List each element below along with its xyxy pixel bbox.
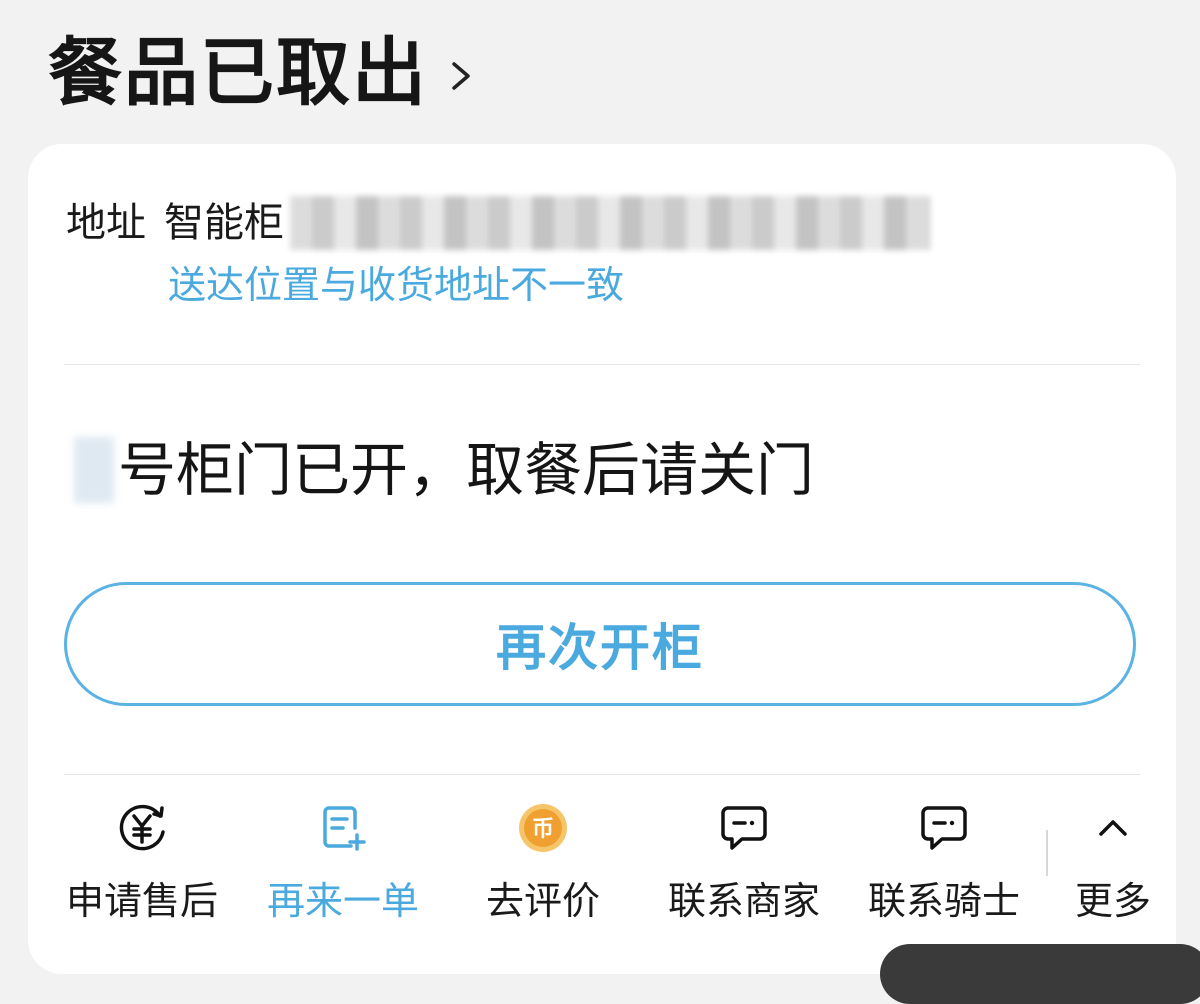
address-value: 智能柜 (164, 200, 284, 246)
reopen-locker-button[interactable]: 再次开柜 (64, 582, 1136, 706)
divider (1046, 830, 1048, 876)
order-card: 地址 智能柜 送达位置与收货地址不一致 号柜门已开，取餐后请关门 再次开柜 申请… (28, 144, 1176, 974)
order-status-header[interactable]: 餐品已取出 (48, 28, 476, 118)
divider (64, 364, 1140, 365)
contact-rider-label: 联系骑士 (867, 879, 1020, 923)
divider (64, 774, 1140, 775)
coin-icon: 币 (515, 800, 571, 856)
reopen-locker-label: 再次开柜 (496, 619, 704, 677)
redacted-locker-number (74, 437, 114, 503)
address-row: 地址 智能柜 (66, 196, 930, 250)
page-title: 餐品已取出 (48, 30, 428, 116)
address-label: 地址 (66, 200, 146, 246)
address-mismatch-warning: 送达位置与收货地址不一致 (168, 263, 625, 307)
reorder-document-icon (315, 800, 371, 856)
redacted-address (290, 196, 930, 250)
reorder-label: 再来一单 (266, 879, 419, 923)
reorder-button[interactable]: 再来一单 (243, 800, 443, 924)
refund-yuan-icon (114, 800, 170, 856)
chevron-up-icon (1085, 800, 1141, 856)
review-label: 去评价 (485, 879, 600, 923)
contact-merchant-label: 联系商家 (667, 879, 820, 923)
chat-bubble-icon (716, 800, 772, 856)
review-button[interactable]: 币 去评价 (443, 800, 643, 924)
chat-bubble-icon (916, 800, 972, 856)
svg-text:币: 币 (532, 817, 554, 842)
more-button[interactable]: 更多 (1058, 800, 1168, 924)
more-label: 更多 (1074, 879, 1151, 923)
contact-rider-button[interactable]: 联系骑士 (844, 800, 1044, 924)
floating-pill (880, 944, 1200, 1004)
after-sales-button[interactable]: 申请售后 (42, 800, 242, 924)
action-bar: 申请售后 再来一单 币 去评价 联系商家 联系骑士 更多 (28, 800, 1176, 940)
contact-merchant-button[interactable]: 联系商家 (644, 800, 844, 924)
chevron-right-icon (452, 62, 470, 90)
after-sales-label: 申请售后 (65, 879, 218, 923)
locker-status: 号柜门已开，取餐后请关门 (74, 434, 814, 506)
locker-message: 号柜门已开，取餐后请关门 (118, 436, 815, 504)
